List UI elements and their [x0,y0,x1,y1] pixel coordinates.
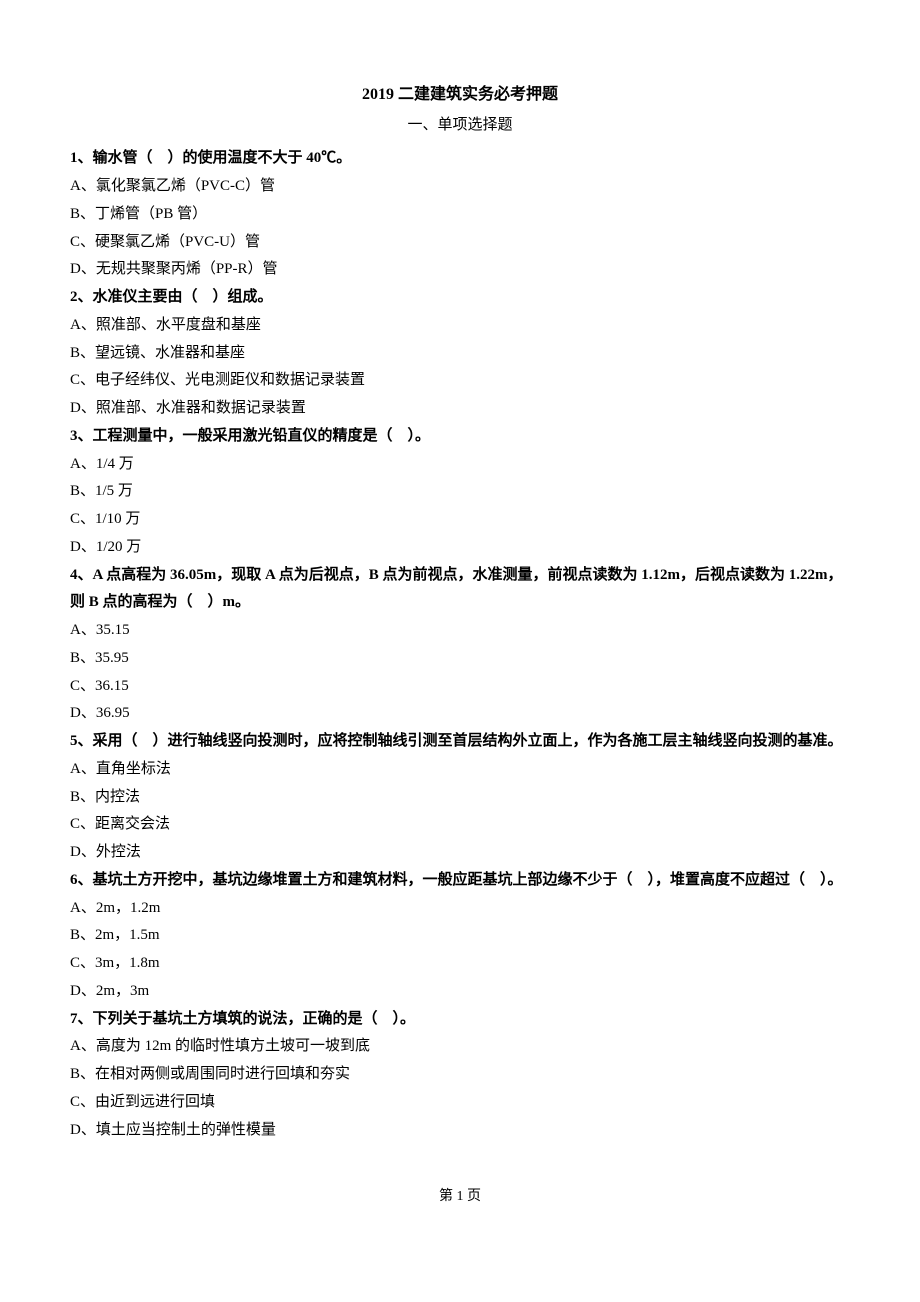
question-option: D、外控法 [70,839,850,867]
question-option: B、1/5 万 [70,478,850,506]
question-stem: 1、输水管（ ）的使用温度不大于 40℃。 [70,145,850,173]
question-option: A、直角坐标法 [70,756,850,784]
question-option: D、36.95 [70,700,850,728]
question-option: A、照准部、水平度盘和基座 [70,312,850,340]
page-content: 2019 二建建筑实务必考押题 一、单项选择题 1、输水管（ ）的使用温度不大于… [0,0,920,1250]
question-option: C、硬聚氯乙烯（PVC-U）管 [70,229,850,257]
question-option: A、35.15 [70,617,850,645]
question-option: B、在相对两侧或周围同时进行回填和夯实 [70,1061,850,1089]
question-option: B、2m，1.5m [70,922,850,950]
question-option: C、1/10 万 [70,506,850,534]
question-option: C、3m，1.8m [70,950,850,978]
question-option: A、氯化聚氯乙烯（PVC-C）管 [70,173,850,201]
question-option: D、1/20 万 [70,534,850,562]
question-stem: 4、A 点高程为 36.05m，现取 A 点为后视点，B 点为前视点，水准测量，… [70,562,850,618]
question-stem: 6、基坑土方开挖中，基坑边缘堆置土方和建筑材料，一般应距基坑上部边缘不少于（ ）… [70,867,850,895]
question-option: D、填土应当控制土的弹性模量 [70,1117,850,1145]
question-option: A、高度为 12m 的临时性填方土坡可一坡到底 [70,1033,850,1061]
question-stem: 3、工程测量中，一般采用激光铅直仪的精度是（ ）。 [70,423,850,451]
question-stem: 5、采用（ ）进行轴线竖向投测时，应将控制轴线引测至首层结构外立面上，作为各施工… [70,728,850,756]
question-option: B、丁烯管（PB 管） [70,201,850,229]
question-option: B、望远镜、水准器和基座 [70,340,850,368]
question-option: C、36.15 [70,673,850,701]
question-option: C、电子经纬仪、光电测距仪和数据记录装置 [70,367,850,395]
question-option: C、由近到远进行回填 [70,1089,850,1117]
question-option: D、照准部、水准器和数据记录装置 [70,395,850,423]
question-stem: 2、水准仪主要由（ ）组成。 [70,284,850,312]
question-option: D、2m，3m [70,978,850,1006]
question-option: B、35.95 [70,645,850,673]
question-stem: 7、下列关于基坑土方填筑的说法，正确的是（ ）。 [70,1006,850,1034]
question-option: B、内控法 [70,784,850,812]
question-option: D、无规共聚聚丙烯（PP-R）管 [70,256,850,284]
section-heading: 一、单项选择题 [70,112,850,140]
document-title: 2019 二建建筑实务必考押题 [70,80,850,110]
question-option: A、1/4 万 [70,451,850,479]
question-option: C、距离交会法 [70,811,850,839]
question-list: 1、输水管（ ）的使用温度不大于 40℃。A、氯化聚氯乙烯（PVC-C）管B、丁… [70,145,850,1144]
page-footer: 第 1 页 [70,1184,850,1210]
question-option: A、2m，1.2m [70,895,850,923]
